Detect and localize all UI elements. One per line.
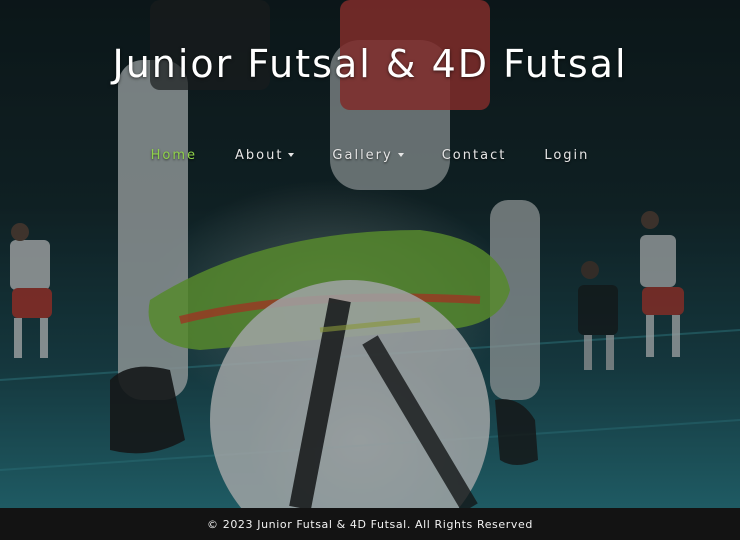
page: Junior Futsal & 4D Futsal Home About Gal…: [0, 0, 740, 540]
nav-item-contact[interactable]: Contact: [423, 145, 526, 165]
nav-item-about[interactable]: About: [216, 145, 313, 165]
nav-item-gallery[interactable]: Gallery: [313, 145, 422, 165]
nav-item-login-label: Login: [544, 147, 590, 163]
nav-item-login[interactable]: Login: [525, 145, 608, 165]
nav-item-contact-label: Contact: [441, 147, 507, 163]
main-navigation: Home About Gallery Contact Login: [0, 145, 740, 165]
nav-item-home[interactable]: Home: [132, 145, 216, 165]
nav-item-home-label: Home: [150, 147, 197, 163]
nav-item-about-label: About: [234, 147, 284, 163]
chevron-down-icon: [397, 153, 404, 157]
footer-copyright: © 2023 Junior Futsal & 4D Futsal. All Ri…: [207, 517, 533, 531]
footer: © 2023 Junior Futsal & 4D Futsal. All Ri…: [0, 508, 740, 540]
site-title[interactable]: Junior Futsal & 4D Futsal: [0, 42, 740, 86]
chevron-down-icon: [288, 153, 295, 157]
nav-item-gallery-label: Gallery: [332, 147, 393, 163]
